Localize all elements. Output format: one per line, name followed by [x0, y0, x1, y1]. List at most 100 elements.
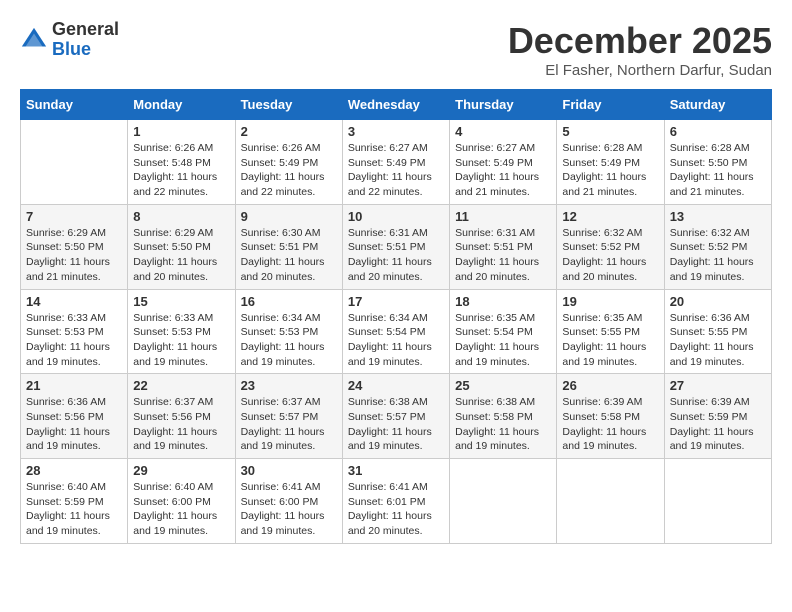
calendar-cell: 22 Sunrise: 6:37 AMSunset: 5:56 PMDaylig… [128, 374, 235, 459]
page-header: General Blue December 2025 El Fasher, No… [20, 20, 772, 79]
cell-info: Sunrise: 6:29 AMSunset: 5:50 PMDaylight:… [26, 227, 110, 283]
calendar-cell: 7 Sunrise: 6:29 AMSunset: 5:50 PMDayligh… [21, 204, 128, 289]
day-number: 16 [241, 294, 337, 309]
calendar-cell [450, 459, 557, 544]
calendar-week-row: 14 Sunrise: 6:33 AMSunset: 5:53 PMDaylig… [21, 289, 772, 374]
cell-info: Sunrise: 6:39 AMSunset: 5:59 PMDaylight:… [670, 396, 754, 452]
day-header-friday: Friday [557, 90, 664, 120]
day-number: 8 [133, 209, 229, 224]
calendar-cell: 15 Sunrise: 6:33 AMSunset: 5:53 PMDaylig… [128, 289, 235, 374]
cell-info: Sunrise: 6:36 AMSunset: 5:55 PMDaylight:… [670, 312, 754, 368]
cell-info: Sunrise: 6:32 AMSunset: 5:52 PMDaylight:… [562, 227, 646, 283]
calendar-cell: 21 Sunrise: 6:36 AMSunset: 5:56 PMDaylig… [21, 374, 128, 459]
day-number: 23 [241, 378, 337, 393]
cell-info: Sunrise: 6:28 AMSunset: 5:50 PMDaylight:… [670, 142, 754, 198]
cell-info: Sunrise: 6:31 AMSunset: 5:51 PMDaylight:… [348, 227, 432, 283]
day-header-monday: Monday [128, 90, 235, 120]
cell-info: Sunrise: 6:27 AMSunset: 5:49 PMDaylight:… [348, 142, 432, 198]
calendar-cell: 20 Sunrise: 6:36 AMSunset: 5:55 PMDaylig… [664, 289, 771, 374]
logo-general: General [52, 19, 119, 39]
cell-info: Sunrise: 6:40 AMSunset: 5:59 PMDaylight:… [26, 481, 110, 537]
calendar-cell: 2 Sunrise: 6:26 AMSunset: 5:49 PMDayligh… [235, 120, 342, 205]
calendar-week-row: 21 Sunrise: 6:36 AMSunset: 5:56 PMDaylig… [21, 374, 772, 459]
cell-info: Sunrise: 6:26 AMSunset: 5:49 PMDaylight:… [241, 142, 325, 198]
cell-info: Sunrise: 6:37 AMSunset: 5:57 PMDaylight:… [241, 396, 325, 452]
calendar-cell: 19 Sunrise: 6:35 AMSunset: 5:55 PMDaylig… [557, 289, 664, 374]
day-number: 10 [348, 209, 444, 224]
day-number: 9 [241, 209, 337, 224]
calendar-cell: 27 Sunrise: 6:39 AMSunset: 5:59 PMDaylig… [664, 374, 771, 459]
calendar-week-row: 1 Sunrise: 6:26 AMSunset: 5:48 PMDayligh… [21, 120, 772, 205]
month-title: December 2025 [508, 20, 772, 62]
calendar-cell: 26 Sunrise: 6:39 AMSunset: 5:58 PMDaylig… [557, 374, 664, 459]
cell-info: Sunrise: 6:32 AMSunset: 5:52 PMDaylight:… [670, 227, 754, 283]
cell-info: Sunrise: 6:28 AMSunset: 5:49 PMDaylight:… [562, 142, 646, 198]
calendar-week-row: 28 Sunrise: 6:40 AMSunset: 5:59 PMDaylig… [21, 459, 772, 544]
day-number: 12 [562, 209, 658, 224]
day-header-thursday: Thursday [450, 90, 557, 120]
day-number: 7 [26, 209, 122, 224]
calendar-cell [21, 120, 128, 205]
day-number: 4 [455, 124, 551, 139]
calendar-cell: 24 Sunrise: 6:38 AMSunset: 5:57 PMDaylig… [342, 374, 449, 459]
cell-info: Sunrise: 6:41 AMSunset: 6:00 PMDaylight:… [241, 481, 325, 537]
logo-text: General Blue [52, 20, 119, 60]
cell-info: Sunrise: 6:40 AMSunset: 6:00 PMDaylight:… [133, 481, 217, 537]
cell-info: Sunrise: 6:35 AMSunset: 5:54 PMDaylight:… [455, 312, 539, 368]
calendar-cell: 1 Sunrise: 6:26 AMSunset: 5:48 PMDayligh… [128, 120, 235, 205]
calendar-cell: 28 Sunrise: 6:40 AMSunset: 5:59 PMDaylig… [21, 459, 128, 544]
day-number: 6 [670, 124, 766, 139]
day-number: 15 [133, 294, 229, 309]
logo-icon [20, 26, 48, 54]
day-number: 29 [133, 463, 229, 478]
calendar-header-row: SundayMondayTuesdayWednesdayThursdayFrid… [21, 90, 772, 120]
cell-info: Sunrise: 6:33 AMSunset: 5:53 PMDaylight:… [133, 312, 217, 368]
title-block: December 2025 El Fasher, Northern Darfur… [508, 20, 772, 79]
calendar-cell: 6 Sunrise: 6:28 AMSunset: 5:50 PMDayligh… [664, 120, 771, 205]
cell-info: Sunrise: 6:26 AMSunset: 5:48 PMDaylight:… [133, 142, 217, 198]
day-number: 27 [670, 378, 766, 393]
logo-blue: Blue [52, 39, 91, 59]
day-number: 18 [455, 294, 551, 309]
calendar-cell: 3 Sunrise: 6:27 AMSunset: 5:49 PMDayligh… [342, 120, 449, 205]
calendar-cell: 23 Sunrise: 6:37 AMSunset: 5:57 PMDaylig… [235, 374, 342, 459]
day-header-tuesday: Tuesday [235, 90, 342, 120]
cell-info: Sunrise: 6:34 AMSunset: 5:53 PMDaylight:… [241, 312, 325, 368]
calendar-cell: 13 Sunrise: 6:32 AMSunset: 5:52 PMDaylig… [664, 204, 771, 289]
calendar-cell: 8 Sunrise: 6:29 AMSunset: 5:50 PMDayligh… [128, 204, 235, 289]
day-number: 2 [241, 124, 337, 139]
calendar-cell: 5 Sunrise: 6:28 AMSunset: 5:49 PMDayligh… [557, 120, 664, 205]
cell-info: Sunrise: 6:31 AMSunset: 5:51 PMDaylight:… [455, 227, 539, 283]
location: El Fasher, Northern Darfur, Sudan [508, 62, 772, 79]
calendar-table: SundayMondayTuesdayWednesdayThursdayFrid… [20, 89, 772, 544]
day-number: 13 [670, 209, 766, 224]
day-number: 28 [26, 463, 122, 478]
day-header-wednesday: Wednesday [342, 90, 449, 120]
day-number: 1 [133, 124, 229, 139]
day-header-sunday: Sunday [21, 90, 128, 120]
calendar-cell [664, 459, 771, 544]
calendar-cell: 17 Sunrise: 6:34 AMSunset: 5:54 PMDaylig… [342, 289, 449, 374]
day-number: 11 [455, 209, 551, 224]
day-number: 3 [348, 124, 444, 139]
cell-info: Sunrise: 6:38 AMSunset: 5:58 PMDaylight:… [455, 396, 539, 452]
day-header-saturday: Saturday [664, 90, 771, 120]
day-number: 31 [348, 463, 444, 478]
cell-info: Sunrise: 6:30 AMSunset: 5:51 PMDaylight:… [241, 227, 325, 283]
calendar-cell: 29 Sunrise: 6:40 AMSunset: 6:00 PMDaylig… [128, 459, 235, 544]
day-number: 19 [562, 294, 658, 309]
calendar-cell: 25 Sunrise: 6:38 AMSunset: 5:58 PMDaylig… [450, 374, 557, 459]
calendar-cell: 16 Sunrise: 6:34 AMSunset: 5:53 PMDaylig… [235, 289, 342, 374]
calendar-cell: 4 Sunrise: 6:27 AMSunset: 5:49 PMDayligh… [450, 120, 557, 205]
calendar-cell: 9 Sunrise: 6:30 AMSunset: 5:51 PMDayligh… [235, 204, 342, 289]
calendar-week-row: 7 Sunrise: 6:29 AMSunset: 5:50 PMDayligh… [21, 204, 772, 289]
calendar-cell: 12 Sunrise: 6:32 AMSunset: 5:52 PMDaylig… [557, 204, 664, 289]
calendar-cell: 18 Sunrise: 6:35 AMSunset: 5:54 PMDaylig… [450, 289, 557, 374]
cell-info: Sunrise: 6:35 AMSunset: 5:55 PMDaylight:… [562, 312, 646, 368]
calendar-cell: 14 Sunrise: 6:33 AMSunset: 5:53 PMDaylig… [21, 289, 128, 374]
cell-info: Sunrise: 6:37 AMSunset: 5:56 PMDaylight:… [133, 396, 217, 452]
cell-info: Sunrise: 6:41 AMSunset: 6:01 PMDaylight:… [348, 481, 432, 537]
cell-info: Sunrise: 6:29 AMSunset: 5:50 PMDaylight:… [133, 227, 217, 283]
cell-info: Sunrise: 6:33 AMSunset: 5:53 PMDaylight:… [26, 312, 110, 368]
cell-info: Sunrise: 6:39 AMSunset: 5:58 PMDaylight:… [562, 396, 646, 452]
